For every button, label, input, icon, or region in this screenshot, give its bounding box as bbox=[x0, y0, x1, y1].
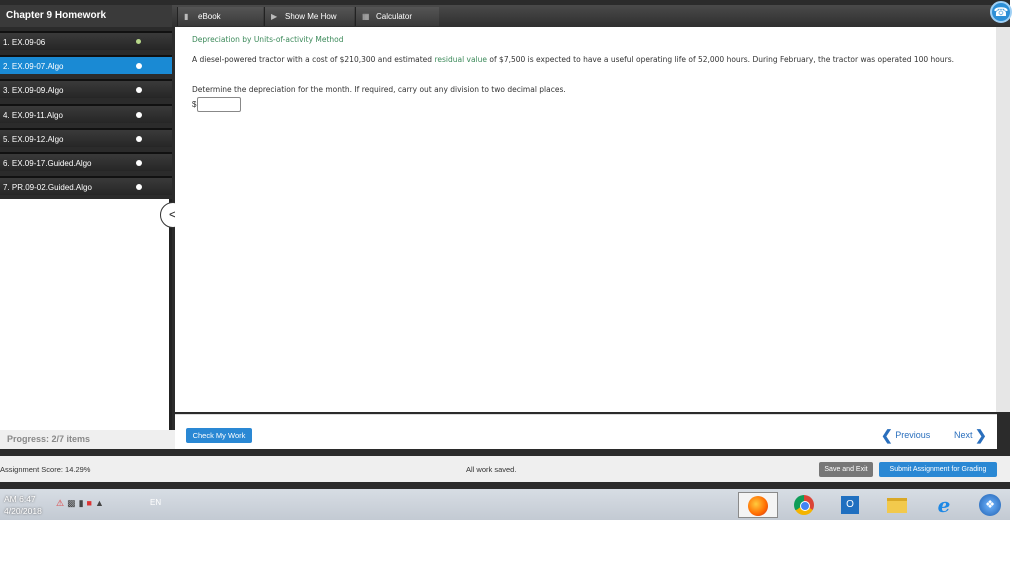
sidebar-item-label: 1. EX.09-06 bbox=[3, 38, 46, 47]
previous-label: Previous bbox=[895, 430, 931, 440]
question-text: A diesel-powered tractor with a cost of … bbox=[192, 54, 992, 66]
residual-value-term-link[interactable]: residual value bbox=[434, 55, 487, 64]
calculator-label: Calculator bbox=[376, 12, 413, 21]
divider bbox=[0, 449, 1010, 456]
status-dot-icon bbox=[136, 63, 142, 69]
depreciation-answer-input[interactable] bbox=[197, 97, 241, 112]
sidebar-item-ex-09-06[interactable]: 1. EX.09-06 bbox=[0, 31, 172, 50]
sidebar-item-label: 6. EX.09-17.Guided.Algo bbox=[3, 159, 92, 168]
chapter-title: Chapter 9 Homework bbox=[0, 5, 172, 27]
status-dot-icon bbox=[136, 184, 142, 190]
acrobat-icon[interactable]: ■ bbox=[87, 498, 95, 508]
signal-icon[interactable]: ▩ bbox=[67, 498, 79, 508]
book-icon: ▮ bbox=[184, 12, 189, 21]
sidebar-item-ex-09-17[interactable]: 6. EX.09-17.Guided.Algo bbox=[0, 152, 172, 171]
windows-start-icon[interactable]: ❖ bbox=[970, 492, 1010, 518]
sidebar-item-label: 2. EX.09-07.Algo bbox=[3, 62, 64, 71]
ebook-button[interactable]: ▮ eBook bbox=[177, 7, 263, 26]
question-title: Depreciation by Units-of-activity Method bbox=[192, 35, 344, 44]
language-indicator[interactable]: EN bbox=[150, 498, 161, 507]
calculator-button[interactable]: ▦ Calculator bbox=[355, 7, 439, 26]
sidebar-item-label: 4. EX.09-11.Algo bbox=[3, 111, 63, 120]
progress-text: Progress: 2/7 items bbox=[0, 430, 175, 449]
clock-time: AM 6:47 bbox=[4, 494, 36, 504]
assignment-score: Assignment Score: 14.29% bbox=[0, 465, 91, 474]
tray-arrow-icon[interactable]: ▲ bbox=[95, 498, 107, 508]
ebook-label: eBook bbox=[198, 12, 221, 21]
status-bar: Assignment Score: 14.29% All work saved.… bbox=[0, 456, 1010, 482]
sidebar-empty-area bbox=[0, 199, 172, 430]
question-nav-bar: Check My Work ❮ Previous Next ❯ bbox=[175, 414, 997, 449]
completed-dot-icon bbox=[136, 39, 141, 44]
next-button[interactable]: Next ❯ bbox=[954, 427, 987, 444]
show-me-how-button[interactable]: ▶ Show Me How bbox=[264, 7, 354, 26]
submit-assignment-button[interactable]: Submit Assignment for Grading bbox=[879, 462, 997, 477]
sidebar-item-ex-09-12[interactable]: 5. EX.09-12.Algo bbox=[0, 128, 172, 147]
sidebar-item-ex-09-11[interactable]: 4. EX.09-11.Algo bbox=[0, 104, 172, 123]
headset-icon[interactable]: ☎ bbox=[990, 1, 1012, 23]
system-tray[interactable]: ⚠▩▮■▲ bbox=[56, 498, 107, 509]
sidebar-item-pr-09-02[interactable]: 7. PR.09-02.Guided.Algo bbox=[0, 176, 172, 195]
question-instruction: Determine the depreciation for the month… bbox=[192, 85, 566, 94]
sidebar-item-ex-09-09[interactable]: 3. EX.09-09.Algo bbox=[0, 79, 172, 98]
question-panel: Depreciation by Units-of-activity Method… bbox=[175, 27, 997, 412]
status-dot-icon bbox=[136, 160, 142, 166]
vertical-scrollbar[interactable] bbox=[996, 27, 1010, 412]
currency-symbol: $ bbox=[192, 100, 197, 109]
battery-icon[interactable]: ▮ bbox=[79, 498, 87, 508]
check-my-work-button[interactable]: Check My Work bbox=[186, 428, 252, 443]
volume-muted-icon[interactable]: ⚠ bbox=[56, 498, 67, 508]
chevron-left-icon: ❮ bbox=[881, 427, 893, 443]
status-dot-icon bbox=[136, 136, 142, 142]
clock-date: 4/20/2018 bbox=[4, 506, 42, 516]
show-me-how-label: Show Me How bbox=[285, 12, 337, 21]
assignment-sidebar: 1. EX.09-06 2. EX.09-07.Algo 3. EX.09-09… bbox=[0, 31, 172, 199]
system-clock[interactable]: AM 6:47 4/20/2018 bbox=[4, 493, 42, 517]
next-label: Next bbox=[954, 430, 973, 440]
chrome-icon[interactable] bbox=[784, 492, 824, 518]
internet-explorer-icon[interactable]: e bbox=[924, 492, 964, 518]
status-dot-icon bbox=[136, 112, 142, 118]
sidebar-item-label: 3. EX.09-09.Algo bbox=[3, 86, 64, 95]
save-status: All work saved. bbox=[466, 465, 517, 474]
app-window: Chapter 9 Homework ▮ eBook ▶ Show Me How… bbox=[0, 0, 1012, 520]
sidebar-item-label: 5. EX.09-12.Algo bbox=[3, 135, 64, 144]
previous-button[interactable]: ❮ Previous bbox=[881, 427, 930, 444]
sidebar-item-ex-09-07[interactable]: 2. EX.09-07.Algo bbox=[0, 55, 172, 74]
status-dot-icon bbox=[136, 87, 142, 93]
firefox-icon[interactable] bbox=[738, 492, 778, 518]
question-text-part2: of $7,500 is expected to have a useful o… bbox=[487, 55, 955, 64]
calculator-icon: ▦ bbox=[362, 12, 370, 21]
question-text-part1: A diesel-powered tractor with a cost of … bbox=[192, 55, 435, 64]
chevron-right-icon: ❯ bbox=[975, 427, 987, 443]
outlook-icon[interactable]: O bbox=[830, 492, 870, 518]
file-explorer-icon[interactable] bbox=[877, 492, 917, 518]
save-and-exit-button[interactable]: Save and Exit bbox=[819, 462, 873, 477]
video-icon: ▶ bbox=[271, 12, 278, 21]
sidebar-item-label: 7. PR.09-02.Guided.Algo bbox=[3, 183, 92, 192]
windows-taskbar: AM 6:47 4/20/2018 ⚠▩▮■▲ EN O e ❖ bbox=[0, 489, 1010, 520]
